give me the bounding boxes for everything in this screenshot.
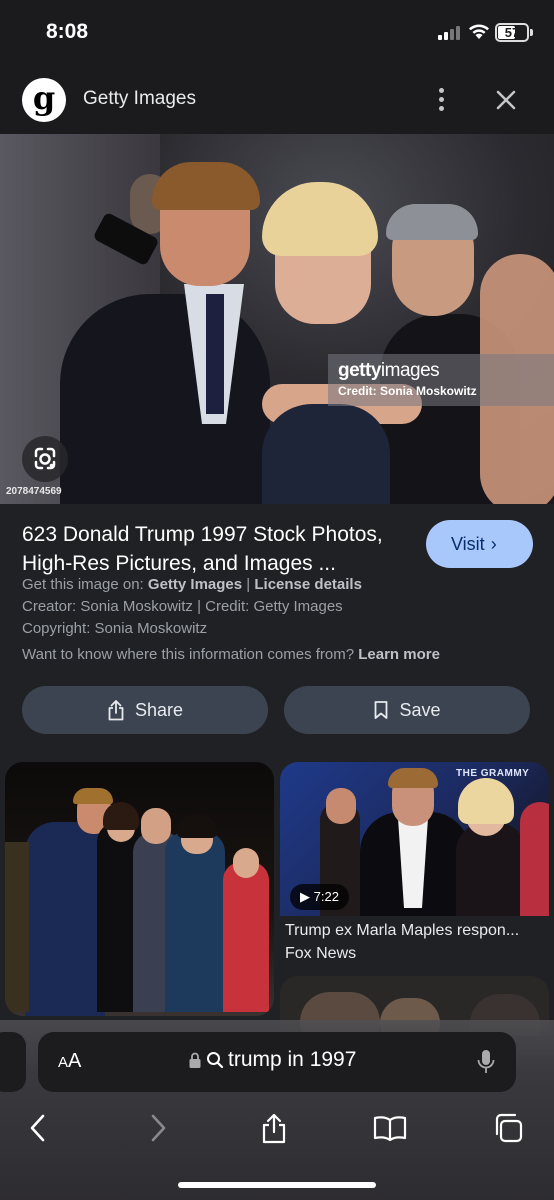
aa-big: A	[68, 1050, 82, 1072]
battery-level: 57	[504, 25, 520, 40]
chevron-right-icon: ›	[490, 534, 497, 554]
copyright-line: Copyright: Sonia Moskowitz	[22, 620, 208, 637]
wifi-icon	[469, 24, 489, 39]
previous-tab-peek[interactable]	[0, 1032, 26, 1092]
image-source-line: Get this image on: Getty Images | Licens…	[22, 576, 362, 593]
getty-logo-icon: g	[22, 78, 66, 122]
tabs-icon	[495, 1113, 523, 1143]
lens-icon	[34, 447, 56, 470]
related-video-card[interactable]: THE GRAMMY ▶ 7:22	[280, 762, 549, 916]
more-options-button[interactable]	[426, 86, 456, 114]
close-button[interactable]	[490, 84, 522, 116]
visit-button[interactable]: Visit ›	[426, 520, 533, 568]
share-icon	[262, 1113, 286, 1144]
result-title[interactable]: 623 Donald Trump 1997 Stock Photos, High…	[22, 520, 412, 578]
watermark-brand-bold: getty	[338, 360, 381, 381]
chevron-right-icon	[151, 1114, 166, 1142]
image-watermark: gettyimages Credit: Sonia Moskowitz	[328, 354, 554, 406]
status-time: 8:08	[46, 20, 89, 43]
video-title[interactable]: Trump ex Marla Maples respon...	[285, 922, 547, 940]
play-icon: ▶	[300, 889, 310, 904]
search-query[interactable]: trump in 1997	[188, 1048, 356, 1072]
visit-label: Visit	[451, 534, 485, 554]
separator: |	[246, 576, 251, 593]
battery-icon: 57	[495, 23, 529, 42]
search-query-text: trump in 1997	[228, 1048, 357, 1071]
aa-small: A	[58, 1054, 69, 1071]
address-bar[interactable]: AA trump in 1997	[38, 1032, 516, 1092]
share-page-button[interactable]	[254, 1108, 294, 1148]
back-button[interactable]	[18, 1108, 58, 1148]
battery-tip	[530, 29, 533, 36]
site-title: Getty Images	[83, 88, 196, 109]
image-id: 2078474569	[6, 486, 62, 497]
save-label: Save	[399, 699, 441, 720]
learn-more-link[interactable]: Learn more	[358, 646, 440, 663]
share-label: Share	[134, 699, 184, 720]
microphone-icon[interactable]	[476, 1048, 496, 1076]
bookmark-icon	[375, 701, 388, 719]
save-button[interactable]: Save	[284, 686, 530, 734]
info-question: Want to know where this information come…	[22, 646, 355, 663]
banner-text: THE GRAMMY	[456, 768, 530, 779]
search-icon	[207, 1052, 224, 1069]
video-duration-badge: ▶ 7:22	[290, 884, 349, 910]
lock-icon	[189, 1052, 201, 1068]
license-details-link[interactable]: License details	[254, 576, 362, 593]
info-source-line: Want to know where this information come…	[22, 646, 440, 663]
share-icon	[108, 700, 124, 721]
related-image-card[interactable]	[5, 762, 274, 1016]
chevron-left-icon	[30, 1114, 45, 1142]
site-header: g Getty Images	[0, 62, 554, 134]
bookmarks-button[interactable]	[370, 1108, 410, 1148]
forward-button[interactable]	[138, 1108, 178, 1148]
video-source: Fox News	[285, 945, 357, 962]
get-image-prefix: Get this image on:	[22, 576, 144, 593]
image-source-link[interactable]: Getty Images	[148, 576, 242, 593]
tabs-button[interactable]	[488, 1108, 528, 1148]
reader-settings-button[interactable]: AA	[58, 1050, 81, 1073]
book-icon	[373, 1116, 407, 1142]
share-button[interactable]: Share	[22, 686, 268, 734]
home-indicator	[178, 1182, 376, 1188]
google-lens-button[interactable]	[22, 436, 68, 482]
close-icon	[496, 90, 516, 110]
video-duration: 7:22	[313, 889, 339, 904]
watermark-brand-light: images	[380, 360, 440, 381]
creator-line: Creator: Sonia Moskowitz | Credit: Getty…	[22, 598, 343, 615]
status-bar: 8:08 57	[0, 0, 554, 62]
hero-image[interactable]: gettyimages Credit: Sonia Moskowitz 2078…	[0, 134, 554, 504]
watermark-credit: Credit: Sonia Moskowitz	[338, 384, 477, 398]
cellular-signal-icon	[438, 26, 462, 40]
